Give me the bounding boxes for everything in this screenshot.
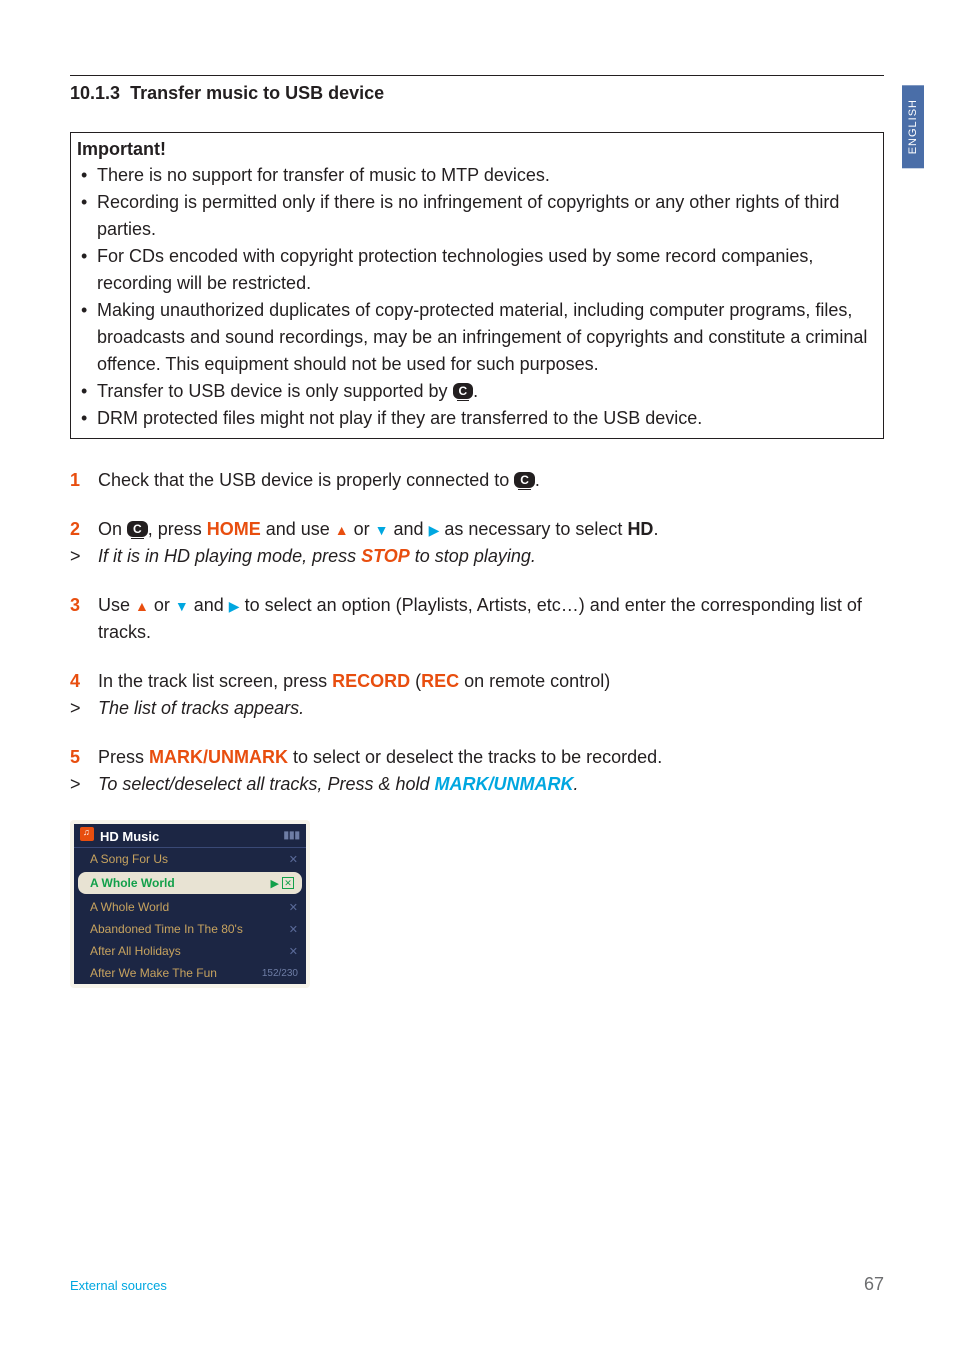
important-box: Important! There is no support for trans…	[70, 132, 884, 439]
step-text: Press	[98, 747, 149, 767]
page-number: 67	[864, 1274, 884, 1295]
rec-word: REC	[421, 671, 459, 691]
mark-word: MARK/UNMARK	[435, 774, 574, 794]
page-footer: External sources 67	[70, 1274, 884, 1295]
step-text: If it is in HD playing mode, press	[98, 546, 361, 566]
step-text: to stop playing.	[410, 546, 536, 566]
important-item: Recording is permitted only if there is …	[77, 189, 877, 243]
important-item: Making unauthorized duplicates of copy-p…	[77, 297, 877, 378]
track-item: After We Make The Fun152/230	[74, 962, 306, 984]
center-icon: C	[453, 383, 474, 399]
step-3: 3 Use ▲ or ▼ and ▶ to select an option (…	[70, 592, 884, 646]
step-2: 2 On C, press HOME and use ▲ or ▼ and ▶ …	[70, 516, 884, 543]
mark-word: MARK/UNMARK	[149, 747, 288, 767]
footer-section: External sources	[70, 1278, 167, 1293]
step-2-sub: > If it is in HD playing mode, press STO…	[70, 543, 884, 570]
result-marker: >	[70, 771, 98, 798]
step-number: 5	[70, 744, 98, 771]
step-text: , press	[148, 519, 207, 539]
hd-word: HD	[627, 519, 653, 539]
step-number: 1	[70, 467, 98, 494]
important-item: There is no support for transfer of musi…	[77, 162, 877, 189]
record-word: RECORD	[332, 671, 410, 691]
section-heading: 10.1.3 Transfer music to USB device	[70, 83, 884, 104]
step-text: or	[149, 595, 175, 615]
down-arrow-icon: ▼	[375, 522, 389, 538]
step-text: (	[410, 671, 421, 691]
section-number: 10.1.3	[70, 83, 120, 103]
up-arrow-icon: ▲	[135, 598, 149, 614]
important-list: There is no support for transfer of musi…	[77, 162, 877, 432]
step-text: Use	[98, 595, 135, 615]
music-icon	[80, 827, 94, 841]
step-text: To select/deselect all tracks, Press & h…	[98, 774, 435, 794]
page-content: 10.1.3 Transfer music to USB device Impo…	[0, 0, 954, 988]
step-text: and	[389, 519, 429, 539]
track-item: A Whole World▶ ✕	[78, 872, 302, 894]
important-title: Important!	[77, 139, 877, 160]
step-text: and use	[261, 519, 335, 539]
track-item: A Whole World✕	[74, 896, 306, 918]
step-number: 3	[70, 592, 98, 646]
step-number: 4	[70, 668, 98, 695]
device-screenshot: HD Music ▮▮▮ A Song For Us✕A Whole World…	[70, 820, 310, 988]
center-icon: C	[127, 521, 148, 537]
step-text: In the track list screen, press	[98, 671, 332, 691]
section-title: Transfer music to USB device	[130, 83, 384, 103]
important-item: For CDs encoded with copyright protectio…	[77, 243, 877, 297]
step-1: 1 Check that the USB device is properly …	[70, 467, 884, 494]
top-rule	[70, 75, 884, 76]
step-5: 5 Press MARK/UNMARK to select or deselec…	[70, 744, 884, 771]
home-word: HOME	[207, 519, 261, 539]
step-4-sub: > The list of tracks appears.	[70, 695, 884, 722]
important-item: Transfer to USB device is only supported…	[77, 378, 877, 405]
device-title: HD Music	[100, 829, 159, 844]
right-arrow-icon: ▶	[429, 522, 440, 538]
track-list: A Song For Us✕A Whole World▶ ✕A Whole Wo…	[74, 848, 306, 984]
step-text: on remote control)	[459, 671, 610, 691]
step-text: The list of tracks appears.	[98, 698, 304, 718]
step-text: to select or deselect the tracks to be r…	[288, 747, 662, 767]
stop-word: STOP	[361, 546, 410, 566]
result-marker: >	[70, 543, 98, 570]
step-text: as necessary to select	[439, 519, 627, 539]
right-arrow-icon: ▶	[229, 598, 240, 614]
track-item: Abandoned Time In The 80's✕	[74, 918, 306, 940]
device-header: HD Music ▮▮▮	[74, 824, 306, 848]
step-5-sub: > To select/deselect all tracks, Press &…	[70, 771, 884, 798]
step-number: 2	[70, 516, 98, 543]
step-text: and	[189, 595, 229, 615]
track-item: After All Holidays✕	[74, 940, 306, 962]
center-icon: C	[514, 472, 535, 488]
step-text: or	[349, 519, 375, 539]
step-text: On	[98, 519, 127, 539]
up-arrow-icon: ▲	[335, 522, 349, 538]
signal-icon: ▮▮▮	[283, 830, 300, 841]
important-item: DRM protected files might not play if th…	[77, 405, 877, 432]
result-marker: >	[70, 695, 98, 722]
step-4: 4 In the track list screen, press RECORD…	[70, 668, 884, 695]
step-text: Check that the USB device is properly co…	[98, 470, 514, 490]
language-tab: ENGLISH	[902, 85, 924, 168]
down-arrow-icon: ▼	[175, 598, 189, 614]
track-item: A Song For Us✕	[74, 848, 306, 870]
